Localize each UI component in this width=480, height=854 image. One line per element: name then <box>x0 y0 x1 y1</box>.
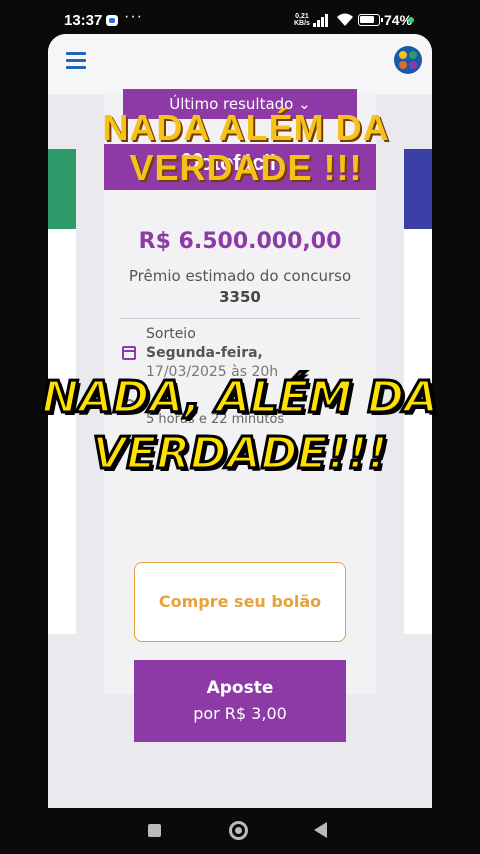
caption-overlay-top: NADA ALÉM DA VERDADE !!! <box>66 108 426 188</box>
recent-apps-icon[interactable] <box>148 824 161 837</box>
draw-label: Sorteio <box>146 326 196 342</box>
navigation-bar <box>0 808 480 854</box>
bet-button[interactable]: Aposte por R$ 3,00 <box>134 660 346 742</box>
wifi-icon <box>337 13 353 26</box>
privacy-indicator-icon <box>408 17 414 23</box>
caption-top-line1: NADA ALÉM DA <box>102 107 390 148</box>
prize-value: R$ 6.500.000,00 <box>138 229 342 254</box>
caption-middle-line1: NADA, ALÉM DA <box>40 371 439 425</box>
calendar-icon <box>122 346 136 360</box>
signal-icon <box>313 13 331 27</box>
notification-icon <box>106 15 118 26</box>
bet-button-label: Aposte <box>206 678 274 698</box>
hamburger-menu-icon[interactable] <box>66 52 86 69</box>
caption-top-line2: VERDADE !!! <box>129 147 363 188</box>
more-notifications-icon: ··· <box>124 8 143 25</box>
divider <box>120 318 360 319</box>
bet-button-price: por R$ 3,00 <box>193 704 287 723</box>
prize-description: Prêmio estimado do concurso <box>128 267 352 285</box>
network-speed-unit: KB/s <box>294 20 310 27</box>
home-icon[interactable] <box>229 821 248 840</box>
contest-number: 3350 <box>219 288 261 306</box>
caption-middle-line2: VERDADE!!! <box>91 427 389 481</box>
clover-logo-icon[interactable] <box>394 46 422 74</box>
clock: 13:37 <box>64 12 103 29</box>
buy-pool-button[interactable]: Compre seu bolão <box>134 562 346 642</box>
app-header <box>48 34 432 94</box>
network-speed: 0,21 KB/s <box>294 13 310 27</box>
battery-icon <box>358 14 383 26</box>
draw-date: Segunda-feira, <box>146 345 263 361</box>
phone-screen: 13:37 ··· 0,21 KB/s 74% lotofácil Último… <box>0 0 480 854</box>
back-icon[interactable] <box>314 822 327 838</box>
network-speed-value: 0,21 <box>295 13 309 20</box>
caption-overlay-middle: NADA, ALÉM DA VERDADE!!! <box>0 370 480 482</box>
